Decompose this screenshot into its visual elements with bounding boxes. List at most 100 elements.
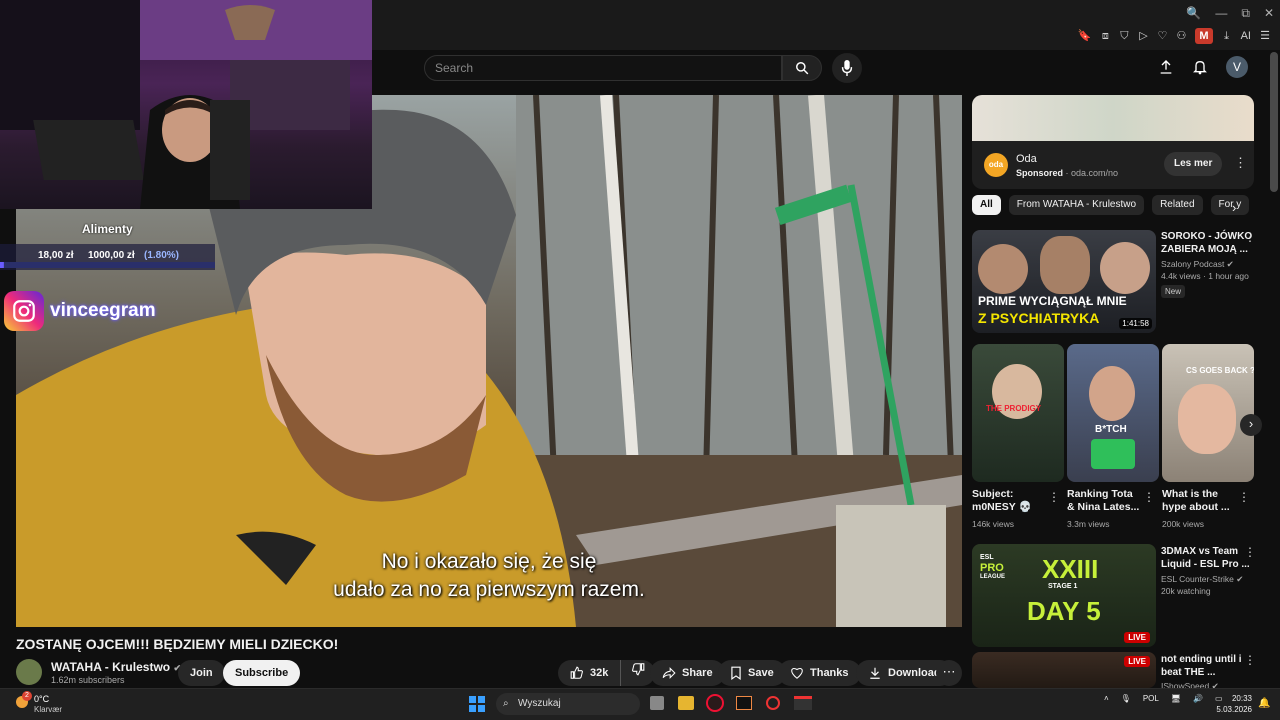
rec-title-line-1[interactable]: 3DMAX vs Team	[1161, 545, 1250, 558]
ad-logo: oda	[984, 153, 1008, 177]
ad-sponsored-label: Sponsored	[1016, 168, 1064, 178]
like-count: 32k	[590, 667, 609, 679]
upload-icon[interactable]	[1158, 59, 1174, 75]
windows-taskbar	[0, 688, 1280, 720]
ad-sponsored-line: Sponsored · oda.com/no	[1016, 168, 1118, 178]
chevron-right-icon[interactable]: ›	[1232, 200, 1236, 215]
thanks-button[interactable]: Thanks	[778, 660, 861, 686]
chip-for-you[interactable]: For y	[1210, 195, 1250, 215]
voice-search-button[interactable]	[832, 53, 862, 83]
rec-kebab-icon[interactable]: ⋮	[1244, 653, 1256, 667]
sponsored-ad-card[interactable]: oda Oda Sponsored · oda.com/no Les mer ⋮	[972, 95, 1254, 189]
ad-cta-button[interactable]: Les mer	[1164, 152, 1223, 176]
short-title-line-2[interactable]: & Nina Lates...	[1067, 501, 1139, 514]
rec-title-line-2[interactable]: Liquid - ESL Pro ...	[1161, 558, 1250, 571]
thumb-person	[978, 244, 1028, 294]
channel-avatar[interactable]	[16, 659, 42, 685]
shield-icon[interactable]: ⛉	[1119, 28, 1129, 44]
donation-title: Alimenty	[82, 222, 133, 236]
opera-browser-icon[interactable]	[706, 694, 724, 712]
notifications-bell-icon[interactable]	[1192, 59, 1208, 75]
minimize-button[interactable]: —	[1215, 6, 1227, 20]
browser-search-icon[interactable]: 🔍	[1186, 6, 1201, 20]
m-extension-icon[interactable]: M	[1195, 28, 1213, 44]
short-title-line-1[interactable]: What is the	[1162, 488, 1230, 501]
volume-icon[interactable]: 🔊	[1193, 694, 1203, 703]
short-title[interactable]: Ranking Tota & Nina Lates...	[1067, 488, 1139, 514]
short-kebab-icon[interactable]: ⋮	[1238, 490, 1250, 504]
rec-title[interactable]: not ending until i beat THE ...	[1161, 653, 1242, 679]
language-indicator[interactable]: POL	[1143, 694, 1159, 703]
rec-kebab-icon[interactable]: ⋮	[1244, 545, 1256, 559]
thanks-heart-dollar-icon	[791, 667, 803, 679]
share-label: Share	[682, 667, 713, 679]
rec-thumbnail[interactable]: LIVE	[972, 652, 1156, 688]
short-title-line-1[interactable]: Subject:	[972, 488, 1032, 501]
short-thumbnail[interactable]: THE PRODIGY	[972, 344, 1064, 482]
short-kebab-icon[interactable]: ⋮	[1048, 490, 1060, 504]
page-scrollbar[interactable]	[1270, 52, 1278, 192]
bookmark-icon[interactable]: 🔖	[1078, 28, 1092, 44]
short-thumbnail[interactable]: CS GOES BACK ?!	[1162, 344, 1254, 482]
shorts-next-button[interactable]: ›	[1240, 414, 1262, 436]
rec-channel[interactable]: IShowSpeed ✔	[1161, 680, 1219, 688]
short-title-line-2[interactable]: m0NESY 💀	[972, 501, 1032, 514]
subscribe-button[interactable]: Subscribe	[223, 660, 301, 686]
rec-title[interactable]: 3DMAX vs Team Liquid - ESL Pro ...	[1161, 545, 1250, 571]
rec-thumbnail[interactable]: ESL PRO LEAGUE XXIII STAGE 1 DAY 5 LIVE	[972, 544, 1156, 647]
download-icon[interactable]: ⤓	[1222, 28, 1232, 44]
app-icon[interactable]	[736, 696, 752, 710]
task-view-icon[interactable]	[650, 696, 664, 710]
short-thumbnail[interactable]: B*TCH	[1067, 344, 1159, 482]
donation-goal: 1000,00 zł	[88, 250, 135, 261]
file-explorer-icon[interactable]	[678, 696, 694, 710]
short-kebab-icon[interactable]: ⋮	[1143, 490, 1155, 504]
rec-meta: 20k watching	[1161, 586, 1211, 596]
save-button[interactable]: Save	[718, 660, 786, 686]
network-icon[interactable]: 🖥	[1171, 694, 1181, 703]
ad-kebab-icon[interactable]: ⋮	[1234, 155, 1247, 171]
windows-start-icon[interactable]	[469, 696, 485, 712]
heart-icon[interactable]: ♡	[1157, 28, 1167, 44]
rec-kebab-icon[interactable]: ⋮	[1244, 230, 1256, 244]
app-icon[interactable]	[794, 696, 812, 710]
like-button[interactable]: 32k	[558, 660, 622, 686]
rec-title-line-1[interactable]: not ending until i	[1161, 653, 1242, 666]
short-title[interactable]: Subject: m0NESY 💀	[972, 488, 1032, 514]
rec-title-line-2[interactable]: beat THE ...	[1161, 666, 1242, 679]
close-button[interactable]: ✕	[1264, 6, 1274, 20]
account-avatar[interactable]: V	[1226, 56, 1248, 78]
taskbar-clock[interactable]: 20:33 5.03.2026	[1214, 693, 1252, 715]
play-icon[interactable]: ▷	[1138, 28, 1148, 44]
rec-title-line-2[interactable]: ZABIERA MOJĄ ...	[1161, 243, 1252, 256]
chip-from-channel[interactable]: From WATAHA - Krulestwo	[1008, 195, 1145, 215]
app-shield-icon[interactable]	[766, 696, 780, 710]
short-title-line-1[interactable]: Ranking Tota	[1067, 488, 1139, 501]
menu-icon[interactable]: ☰	[1260, 28, 1270, 44]
screenshot-icon[interactable]: ⧈	[1100, 28, 1110, 44]
ad-banner-image[interactable]	[972, 95, 1254, 141]
share-button[interactable]: Share	[650, 660, 725, 686]
short-title-line-2[interactable]: hype about ...	[1162, 501, 1230, 514]
donation-progress-fill	[0, 262, 4, 268]
rec-thumbnail[interactable]: PRIME WYCIĄGNĄŁ MNIE Z PSYCHIATRYKA 1:41…	[972, 230, 1156, 333]
more-actions-button[interactable]: ⋯	[936, 660, 962, 686]
notifications-icon[interactable]: 🔔	[1258, 698, 1270, 709]
rec-title-line-1[interactable]: SOROKO - JÓWKO	[1161, 230, 1252, 243]
extensions-icon[interactable]: ⚇	[1176, 28, 1186, 44]
chip-all[interactable]: All	[972, 195, 1001, 215]
taskbar-search[interactable]: ⌕ Wyszukaj	[496, 693, 640, 715]
channel-name-text[interactable]: WATAHA - Krulestwo	[51, 660, 170, 674]
chip-related[interactable]: Related	[1152, 195, 1203, 215]
join-button[interactable]: Join	[178, 660, 225, 686]
taskbar-search-icon: ⌕	[503, 698, 509, 709]
tray-chevron-icon[interactable]: ˄	[1104, 694, 1109, 703]
short-title[interactable]: What is the hype about ...	[1162, 488, 1230, 514]
search-button[interactable]	[782, 55, 822, 81]
restore-button[interactable]: ⧉	[1241, 6, 1250, 20]
channel-name[interactable]: WATAHA - Krulestwo ✔	[51, 660, 181, 674]
ai-icon[interactable]: AI	[1241, 28, 1251, 44]
rec-title[interactable]: SOROKO - JÓWKO ZABIERA MOJĄ ...	[1161, 230, 1252, 256]
microphone-icon[interactable]: 🎙	[1121, 694, 1131, 703]
search-input[interactable]: Search	[424, 55, 782, 81]
